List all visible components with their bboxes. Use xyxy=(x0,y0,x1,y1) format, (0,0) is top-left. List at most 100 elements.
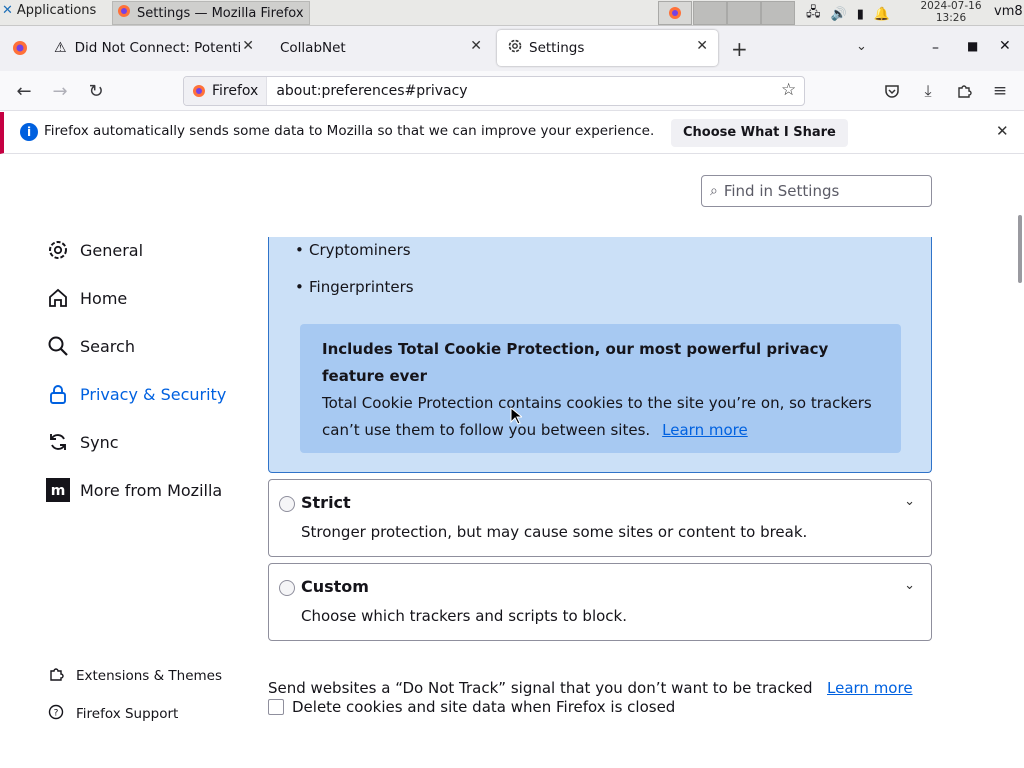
firefox-icon xyxy=(117,4,131,22)
minimize-window-icon[interactable]: – xyxy=(932,40,939,56)
delete-cookies-option[interactable]: Delete cookies and site data when Firefo… xyxy=(268,698,675,716)
pocket-icon[interactable] xyxy=(882,81,902,101)
delete-cookies-label: Delete cookies and site data when Firefo… xyxy=(292,698,676,716)
network-icon[interactable]: 🖧 xyxy=(806,3,821,25)
os-taskbar: ✕ Applications Settings — Mozilla Firefo… xyxy=(0,0,1024,26)
sidebar-item-privacy-security[interactable]: Privacy & Security xyxy=(46,380,226,408)
standard-protection-panel: Cryptominers Fingerprinters Includes Tot… xyxy=(268,237,932,473)
system-tray: 🖧 🔊 ▮ 🔔 xyxy=(806,3,890,25)
strict-protection-option[interactable]: Strict Stronger protection, but may caus… xyxy=(268,479,932,557)
taskbar-window-title: Settings — Mozilla Firefox xyxy=(137,5,304,21)
close-notification-icon[interactable]: ✕ xyxy=(996,122,1009,140)
volume-icon[interactable]: 🔊 xyxy=(831,7,847,22)
hamburger-menu-icon[interactable]: ≡ xyxy=(990,81,1010,101)
strict-radio[interactable] xyxy=(279,496,295,512)
battery-icon[interactable]: ▮ xyxy=(857,7,864,22)
sidebar-item-label: Sync xyxy=(80,432,119,452)
info-icon: i xyxy=(20,123,38,141)
reload-icon[interactable]: ↻ xyxy=(86,81,106,102)
clock-date: 2024-07-16 xyxy=(920,0,982,12)
tab-label: CollabNet xyxy=(280,40,346,56)
firefox-view-button[interactable] xyxy=(12,40,28,60)
sidebar-item-search[interactable]: Search xyxy=(46,332,135,360)
notification-bell-icon[interactable]: 🔔 xyxy=(874,7,890,22)
scrollbar-thumb[interactable] xyxy=(1018,215,1022,283)
tab-label: Settings xyxy=(529,40,585,56)
sidebar-item-label: Search xyxy=(80,336,135,356)
notification-message: Firefox automatically sends some data to… xyxy=(44,123,655,139)
help-icon: ? xyxy=(48,704,64,724)
tab-label: Did Not Connect: Potenti xyxy=(74,40,242,56)
sidebar-item-sync[interactable]: Sync xyxy=(46,428,119,456)
list-all-tabs-chevron-icon[interactable]: ⌄ xyxy=(856,39,867,54)
taskbar-window-button[interactable]: Settings — Mozilla Firefox xyxy=(112,1,310,25)
sidebar-item-general[interactable]: General xyxy=(46,236,143,264)
chevron-down-icon[interactable]: ⌄ xyxy=(904,578,915,593)
sidebar-item-home[interactable]: Home xyxy=(46,284,127,312)
option-description: Stronger protection, but may cause some … xyxy=(301,523,808,541)
tcp-description: Total Cookie Protection contains cookies… xyxy=(322,390,879,444)
dnt-learn-more-link[interactable]: Learn more xyxy=(827,679,913,697)
workspace-3[interactable] xyxy=(727,1,761,25)
downloads-icon[interactable]: ⤓ xyxy=(918,81,938,101)
lock-icon xyxy=(46,382,70,406)
list-item: Fingerprinters xyxy=(295,278,414,296)
tab-strip: ⚠ Did Not Connect: Potenti ✕ CollabNet ✕… xyxy=(0,26,1024,71)
user-name[interactable]: vm8 xyxy=(994,4,1023,19)
sidebar-extensions-themes-link[interactable]: Extensions & Themes xyxy=(48,666,222,686)
sidebar-footer-label: Firefox Support xyxy=(76,706,179,722)
back-arrow-icon[interactable]: ← xyxy=(14,81,34,102)
chevron-down-icon[interactable]: ⌄ xyxy=(904,494,915,509)
delete-cookies-checkbox[interactable] xyxy=(268,699,284,715)
custom-protection-option[interactable]: Custom Choose which trackers and scripts… xyxy=(268,563,932,641)
clock-time: 13:26 xyxy=(935,12,967,24)
option-title: Strict xyxy=(301,493,351,512)
firefox-icon xyxy=(13,41,27,55)
workspace-4[interactable] xyxy=(761,1,795,25)
firefox-icon xyxy=(193,85,205,97)
tcp-heading: Includes Total Cookie Protection, our mo… xyxy=(322,340,829,385)
extensions-puzzle-icon[interactable] xyxy=(954,81,974,101)
sidebar-item-more-from-mozilla[interactable]: m More from Mozilla xyxy=(46,476,222,504)
close-window-icon[interactable]: ✕ xyxy=(999,38,1011,54)
choose-what-i-share-button[interactable]: Choose What I Share xyxy=(671,119,848,147)
list-item: Cryptominers xyxy=(295,241,411,259)
clock[interactable]: 2024-07-16 13:26 xyxy=(916,0,986,24)
tab-did-not-connect[interactable]: ⚠ Did Not Connect: Potenti ✕ xyxy=(44,30,264,66)
workspace-2[interactable] xyxy=(693,1,727,25)
close-tab-icon[interactable]: ✕ xyxy=(470,38,482,54)
url-text[interactable]: about:preferences#privacy xyxy=(267,83,467,99)
total-cookie-protection-callout: Includes Total Cookie Protection, our mo… xyxy=(300,324,901,453)
close-tab-icon[interactable]: ✕ xyxy=(242,38,254,54)
identity-label: Firefox xyxy=(212,83,259,99)
identity-box[interactable]: Firefox xyxy=(184,77,268,105)
search-icon xyxy=(46,334,70,358)
maximize-window-icon[interactable]: ■ xyxy=(967,39,978,53)
tab-settings[interactable]: Settings ✕ xyxy=(497,30,718,66)
workspace-1[interactable] xyxy=(658,1,692,25)
bookmark-star-icon[interactable]: ☆ xyxy=(781,80,796,100)
custom-radio[interactable] xyxy=(279,580,295,596)
option-title: Custom xyxy=(301,577,369,596)
puzzle-icon xyxy=(48,666,64,686)
find-placeholder: Find in Settings xyxy=(723,182,840,200)
sync-icon xyxy=(46,430,70,454)
new-tab-plus-icon[interactable]: + xyxy=(731,37,748,61)
sidebar-item-label: Home xyxy=(80,288,128,308)
mozilla-icon: m xyxy=(46,478,70,502)
tcp-text: Total Cookie Protection contains cookies… xyxy=(322,394,872,439)
sidebar-firefox-support-link[interactable]: ? Firefox Support xyxy=(48,704,178,724)
forward-arrow-icon[interactable]: → xyxy=(50,81,70,102)
url-bar[interactable]: Firefox about:preferences#privacy ☆ xyxy=(183,76,805,106)
search-icon: ⌕ xyxy=(710,183,718,199)
do-not-track-text: Send websites a “Do Not Track” signal th… xyxy=(268,679,813,697)
tcp-learn-more-link[interactable]: Learn more xyxy=(662,421,748,439)
warning-icon: ⚠ xyxy=(54,40,67,56)
tab-collabnet[interactable]: CollabNet ✕ xyxy=(270,30,492,66)
sidebar-item-label: General xyxy=(80,240,144,260)
sidebar-item-label: Privacy & Security xyxy=(80,384,227,404)
find-in-settings-input[interactable]: ⌕ Find in Settings xyxy=(701,175,932,207)
applications-menu[interactable]: ✕ Applications xyxy=(2,3,96,18)
navigation-bar: ← → ↻ Firefox about:preferences#privacy … xyxy=(0,71,1024,111)
close-tab-icon[interactable]: ✕ xyxy=(696,38,708,54)
